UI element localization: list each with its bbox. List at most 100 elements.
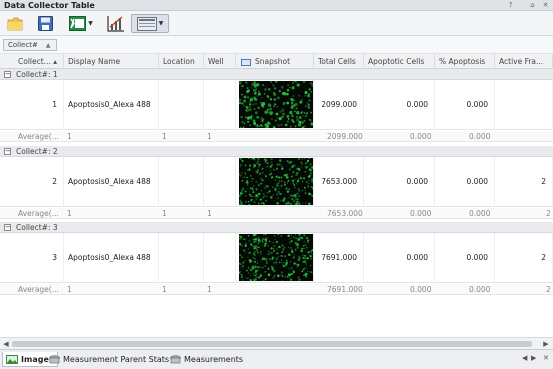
scrollbar-thumb[interactable]	[12, 341, 532, 347]
tab-scroll-right-icon[interactable]: ▶	[531, 354, 536, 362]
cell-display-name: Apoptosis0_Alexa 488	[64, 80, 159, 130]
column-header-well[interactable]: Well	[204, 54, 236, 69]
help-icon[interactable]: ?	[506, 1, 515, 10]
summary-label: Average(...	[18, 209, 59, 218]
tab-measurement-parent-stats-label: Measurement Parent Stats	[63, 355, 170, 364]
cell-snapshot	[236, 157, 314, 207]
column-header-display-name[interactable]: Display Name	[64, 54, 159, 69]
parent-stats-tab-icon	[49, 355, 60, 364]
group-label: Collect#: 1	[16, 70, 58, 79]
tab-close-icon[interactable]: ✕	[543, 354, 549, 362]
close-icon[interactable]: ✕	[541, 1, 550, 10]
image-tab-icon	[6, 354, 18, 364]
chart-icon	[107, 16, 124, 32]
table-row[interactable]: 3 Apoptosis0_Alexa 488 7691.000 0.000 0.…	[0, 233, 553, 283]
snapshot-thumbnail-2[interactable]	[239, 158, 313, 205]
cell-location	[159, 157, 204, 207]
group-by-chip[interactable]: Collect# ▲	[3, 39, 58, 51]
cell-total-cells: 2099.000	[314, 80, 364, 130]
cell-apoptotic-cells: 0.000	[364, 80, 435, 130]
cell-percent-apoptosis: 0.000	[435, 157, 495, 207]
cell-snapshot	[236, 80, 314, 130]
column-header-percent-apoptosis[interactable]: % Apoptosis	[435, 54, 495, 69]
tab-measurement-parent-stats[interactable]: Measurement Parent Stats	[49, 352, 169, 367]
column-header-snapshot[interactable]: Snapshot	[236, 54, 314, 69]
summary-percent-apoptosis: 0.000	[469, 285, 491, 294]
group-by-panel: Collect# ▲	[0, 36, 553, 54]
group-row-header[interactable]: − Collect#: 1	[0, 69, 553, 80]
image-icon	[241, 58, 251, 66]
summary-well: 1	[207, 209, 212, 218]
summary-label: Average(...	[18, 285, 59, 294]
scroll-left-icon[interactable]: ◀	[1, 339, 11, 349]
column-header-total-cells[interactable]: Total Cells	[314, 54, 364, 69]
group-row-header[interactable]: − Collect#: 2	[0, 146, 553, 157]
data-table: Collect... ▴ Display Name Location Well …	[0, 54, 553, 337]
table-row[interactable]: 2 Apoptosis0_Alexa 488 7653.000 0.000 0.…	[0, 157, 553, 207]
chevron-down-icon[interactable]: ▼	[88, 20, 93, 27]
cell-active-fraction	[495, 80, 553, 130]
cell-active-fraction: 2	[495, 157, 553, 207]
collapse-icon[interactable]: −	[4, 148, 11, 155]
chart-button[interactable]	[105, 14, 127, 33]
horizontal-scrollbar[interactable]: ◀ ▶	[0, 337, 553, 349]
column-header-collect[interactable]: Collect... ▴	[0, 54, 64, 69]
cell-display-name: Apoptosis0_Alexa 488	[64, 157, 159, 207]
summary-collect: 1	[67, 132, 72, 141]
cell-collect: 3	[0, 233, 64, 283]
cell-percent-apoptosis: 0.000	[435, 80, 495, 130]
chevron-down-icon[interactable]: ▼	[159, 20, 164, 27]
tab-measurements[interactable]: Measurements	[170, 352, 243, 367]
cell-total-cells: 7653.000	[314, 157, 364, 207]
tab-measurements-label: Measurements	[184, 355, 244, 364]
summary-location: 1	[162, 209, 167, 218]
summary-total-cells: 7653.000	[327, 209, 363, 218]
table-row[interactable]: 1 Apoptosis0_Alexa 488 2099.000 0.000 0.…	[0, 80, 553, 130]
column-header-snapshot-label: Snapshot	[255, 57, 291, 66]
folder-icon	[7, 17, 23, 30]
window-title: Data Collector Table	[4, 1, 95, 10]
cell-well	[204, 157, 236, 207]
snapshot-thumbnail-1[interactable]	[239, 81, 313, 128]
summary-total-cells: 2099.000	[327, 132, 363, 141]
save-icon	[37, 16, 53, 31]
layout-button[interactable]: ▼	[131, 14, 169, 33]
summary-active-fraction: 2	[546, 209, 551, 218]
group-summary-row: Average(... 1 1 1 7653.000 0.000 0.000 2	[0, 208, 553, 219]
column-header-apoptotic-cells[interactable]: Apoptotic Cells	[364, 54, 435, 69]
cell-display-name: Apoptosis0_Alexa 488	[64, 233, 159, 283]
cell-total-cells: 7691.000	[314, 233, 364, 283]
summary-percent-apoptosis: 0.000	[469, 209, 491, 218]
tab-image-label: Image	[21, 354, 49, 364]
tab-scroll-left-icon[interactable]: ◀	[522, 354, 527, 362]
export-excel-button[interactable]: ▼	[64, 14, 98, 33]
excel-icon	[69, 16, 87, 31]
cell-active-fraction: 2	[495, 233, 553, 283]
cell-apoptotic-cells: 0.000	[364, 233, 435, 283]
group-row-header[interactable]: − Collect#: 3	[0, 222, 553, 233]
collapse-icon[interactable]: −	[4, 71, 11, 78]
summary-apoptotic-cells: 0.000	[410, 132, 432, 141]
scroll-right-icon[interactable]: ▶	[541, 339, 551, 349]
cell-well	[204, 233, 236, 283]
pin-icon[interactable]: ⌂	[528, 1, 537, 10]
summary-apoptotic-cells: 0.000	[410, 285, 432, 294]
open-button[interactable]	[5, 14, 25, 33]
summary-well: 1	[207, 132, 212, 141]
collapse-icon[interactable]: −	[4, 224, 11, 231]
column-header-active-fraction[interactable]: Active Fra...	[495, 54, 553, 69]
save-button[interactable]	[35, 14, 55, 33]
column-header-location[interactable]: Location	[159, 54, 204, 69]
cell-collect: 2	[0, 157, 64, 207]
cell-location	[159, 80, 204, 130]
summary-location: 1	[162, 285, 167, 294]
summary-collect: 1	[67, 209, 72, 218]
group-label: Collect#: 3	[16, 223, 58, 232]
table-header: Collect... ▴ Display Name Location Well …	[0, 54, 553, 69]
cell-percent-apoptosis: 0.000	[435, 233, 495, 283]
snapshot-thumbnail-3[interactable]	[239, 234, 313, 281]
sort-ascending-icon: ▲	[45, 42, 51, 49]
bottom-tab-strip: Image Measurement Parent Stats Measureme…	[0, 349, 553, 369]
measurements-tab-icon	[170, 355, 181, 364]
cell-collect: 1	[0, 80, 64, 130]
